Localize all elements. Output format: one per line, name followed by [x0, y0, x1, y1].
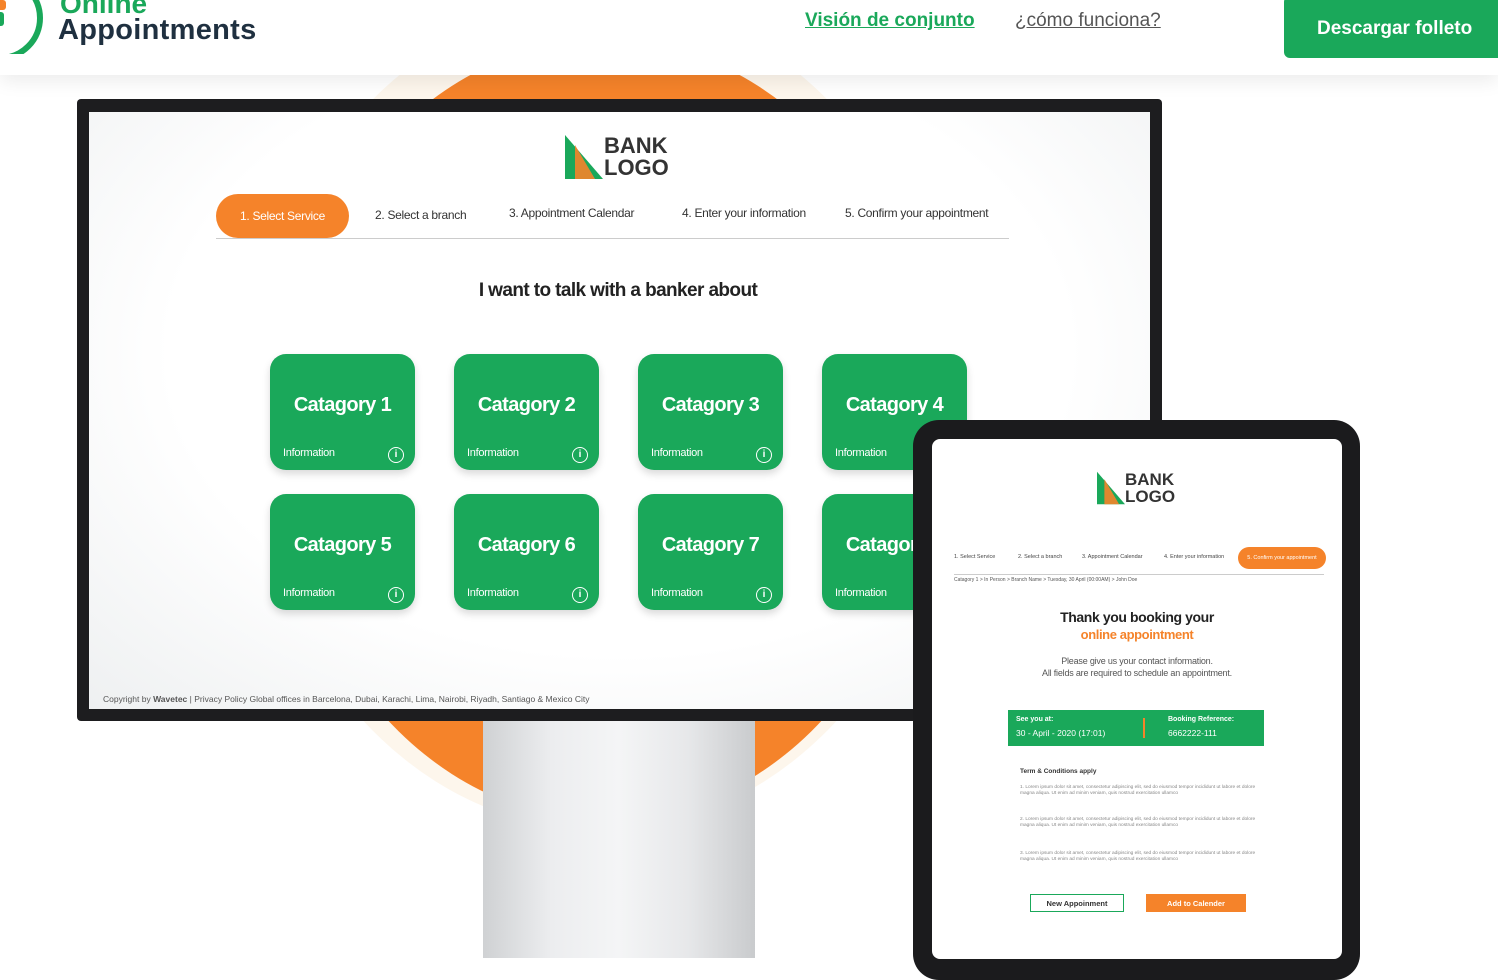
category-info-label: Information [651, 587, 703, 599]
copyright-prefix: Copyright by [103, 694, 154, 704]
nav-link-how-it-works[interactable]: ¿cómo funciona? [1015, 10, 1161, 32]
page-heading: I want to talk with a banker about [478, 280, 758, 301]
category-title: Catagory 7 [661, 534, 760, 556]
category-info-label: Information [467, 587, 519, 599]
info-icon[interactable]: i [572, 447, 588, 463]
category-card-6[interactable]: Catagory 6 Information i [454, 494, 599, 610]
info-icon[interactable]: i [756, 447, 772, 463]
category-card-3[interactable]: Catagory 3 Information i [638, 354, 783, 470]
bank-logo-icon [1097, 471, 1125, 505]
info-icon[interactable]: i [388, 587, 404, 603]
site-header: Online Appointments Visión de conjunto ¿… [0, 0, 1498, 75]
category-title: Catagory 1 [293, 394, 392, 416]
category-card-1[interactable]: Catagory 1 Information i [270, 354, 415, 470]
terms-paragraph-2: 2. Lorem ipsum dolor sit amet, consectet… [1020, 817, 1256, 829]
category-info-label: Information [835, 447, 887, 459]
tablet-step-progress-bar: 1. Select Service 2. Select a branch 3. … [950, 547, 1326, 569]
bank-logo-line2: LOGO [604, 155, 669, 180]
category-info-label: Information [467, 447, 519, 459]
booking-reference-value: 6662222-111 [1168, 728, 1217, 738]
category-info-label: Information [651, 447, 703, 459]
bank-logo-line1: BANK [1125, 470, 1175, 489]
bank-logo: BANK LOGO [565, 135, 669, 179]
terms-title: Term & Conditions apply [1020, 768, 1097, 775]
step-enter-information[interactable]: 4. Enter your information [682, 206, 806, 220]
category-title: Catagory 2 [477, 394, 576, 416]
tablet-step-confirm-appointment[interactable]: 5. Confirm your appointment [1238, 547, 1326, 569]
info-icon[interactable]: i [388, 447, 404, 463]
booking-summary-banner: See you at: 30 - April - 2020 (17:01) Bo… [1008, 710, 1264, 746]
info-icon[interactable]: i [572, 587, 588, 603]
category-title: Catagory 5 [293, 534, 392, 556]
terms-paragraph-1: 1. Lorem ipsum dolor sit amet, consectet… [1020, 785, 1256, 797]
tablet-step-appointment-calendar[interactable]: 3. Appointment Calendar [1082, 554, 1143, 560]
category-card-7[interactable]: Catagory 7 Information i [638, 494, 783, 610]
booking-reference-label: Booking Reference: [1168, 716, 1235, 723]
bank-logo-line2: LOGO [1125, 487, 1176, 506]
tablet-screen: BANK LOGO 1. Select Service 2. Select a … [932, 439, 1342, 959]
thank-you-heading: Thank you booking your [1060, 609, 1214, 625]
step-progress-bar: 1. Select Service 2. Select a branch 3. … [216, 194, 1009, 239]
new-appointment-button[interactable]: New Appoinment [1030, 894, 1124, 912]
nav-link-overview[interactable]: Visión de conjunto [805, 10, 975, 32]
copyright-brand-link[interactable]: Wavetec [153, 694, 187, 704]
thank-you-subheading: online appointment [1080, 627, 1194, 642]
step-select-branch[interactable]: 2. Select a branch [375, 208, 467, 222]
banner-divider [1143, 718, 1145, 738]
step-select-service[interactable]: 1. Select Service [216, 194, 349, 238]
contact-description: Please give us your contact information.… [932, 655, 1342, 679]
category-card-5[interactable]: Catagory 5 Information i [270, 494, 415, 610]
bank-logo-icon [565, 135, 603, 179]
info-icon[interactable]: i [756, 587, 772, 603]
category-title: Catagory 6 [477, 534, 576, 556]
category-info-label: Information [283, 587, 335, 599]
terms-paragraph-3: 3. Lorem ipsum dolor sit amet, consectet… [1020, 851, 1256, 863]
download-brochure-button[interactable]: Descargar folleto [1284, 0, 1498, 58]
step-appointment-calendar[interactable]: 3. Appointment Calendar [509, 206, 635, 220]
monitor-stand [483, 718, 755, 958]
contact-description-line2: All fields are required to schedule an a… [1042, 668, 1232, 678]
category-title: Catagory 3 [661, 394, 760, 416]
footer-copyright: Copyright by Wavetec | Privacy Policy Gl… [103, 694, 589, 704]
category-title: Catagory 4 [845, 394, 944, 416]
category-card-2[interactable]: Catagory 2 Information i [454, 354, 599, 470]
see-you-value: 30 - April - 2020 (17:01) [1016, 728, 1106, 738]
add-to-calendar-button[interactable]: Add to Calender [1146, 894, 1246, 912]
step-confirm-appointment[interactable]: 5. Confirm your appointment [845, 206, 989, 220]
see-you-label: See you at: [1016, 716, 1054, 723]
tablet-step-select-branch[interactable]: 2. Select a branch [1018, 554, 1062, 560]
tablet-step-select-service[interactable]: 1. Select Service [954, 554, 995, 560]
online-appointments-logo-icon[interactable] [0, 0, 44, 54]
category-info-label: Information [835, 587, 887, 599]
tablet-bank-logo: BANK LOGO [1097, 471, 1175, 505]
contact-description-line1: Please give us your contact information. [1061, 656, 1213, 666]
tablet-breadcrumb: Catagory 1 > In Person > Branch Name > T… [954, 574, 1324, 583]
copyright-rest: | Privacy Policy Global offices in Barce… [187, 694, 590, 704]
category-info-label: Information [283, 447, 335, 459]
bank-logo-line1: BANK [604, 133, 668, 158]
logo-text-appointments: Appointments [58, 14, 257, 46]
tablet-step-enter-information[interactable]: 4. Enter your information [1164, 554, 1224, 560]
